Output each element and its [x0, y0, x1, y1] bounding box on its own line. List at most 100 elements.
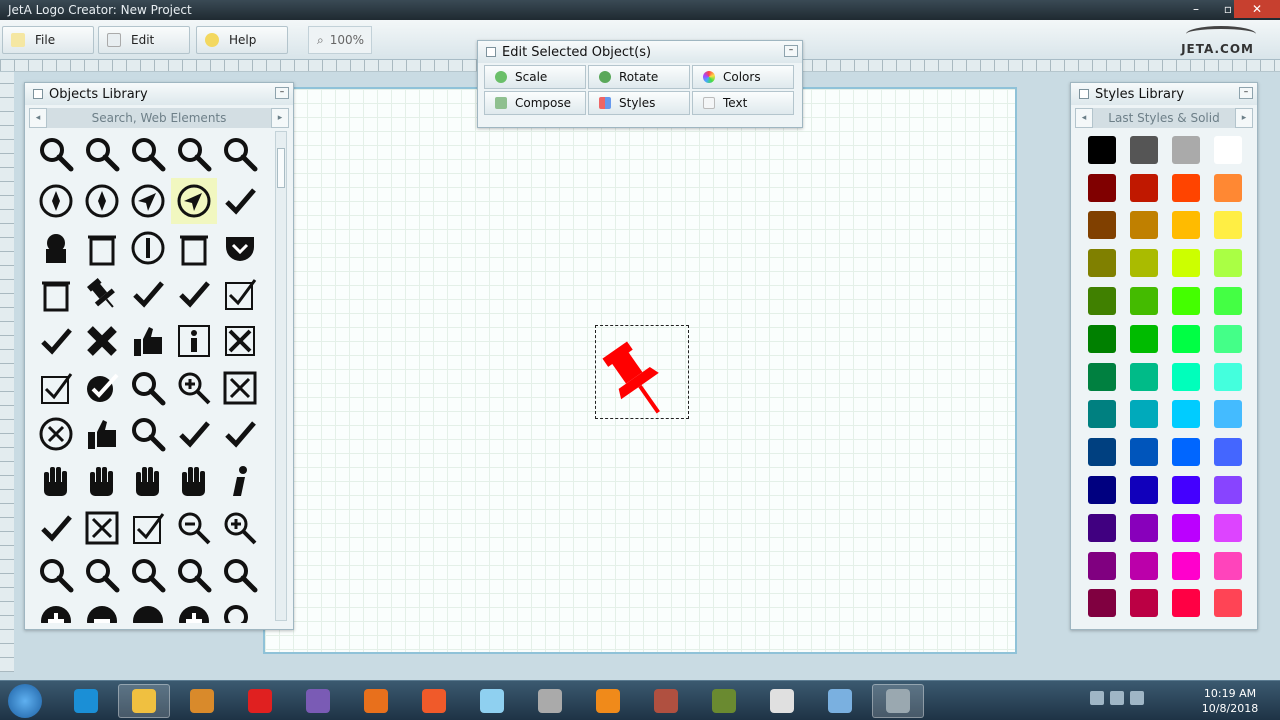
color-swatch[interactable]	[1214, 476, 1242, 505]
cupcake-icon[interactable]	[33, 224, 79, 271]
color-swatch[interactable]	[1130, 551, 1158, 580]
color-swatch[interactable]	[1130, 362, 1158, 391]
zoom-in-icon[interactable]	[171, 364, 217, 411]
search-icon[interactable]	[33, 551, 79, 598]
inkscape-icon[interactable]	[756, 684, 808, 718]
thumbs-up-icon[interactable]	[125, 318, 171, 365]
color-swatch[interactable]	[1214, 513, 1242, 542]
color-swatch[interactable]	[1088, 513, 1116, 542]
internet-explorer-icon[interactable]	[60, 684, 112, 718]
mw-icon[interactable]	[698, 684, 750, 718]
color-swatch[interactable]	[1214, 438, 1242, 467]
search-icon[interactable]	[217, 598, 263, 623]
color-swatch[interactable]	[1172, 173, 1200, 202]
color-swatch[interactable]	[1130, 173, 1158, 202]
calculator-icon[interactable]	[814, 684, 866, 718]
app-icon[interactable]	[408, 684, 460, 718]
info-icon[interactable]	[171, 318, 217, 365]
search-icon[interactable]	[125, 131, 171, 178]
checkmark-icon[interactable]	[217, 411, 263, 458]
color-swatch[interactable]	[1172, 438, 1200, 467]
color-swatch[interactable]	[1130, 400, 1158, 429]
color-swatch[interactable]	[1214, 287, 1242, 316]
navigation-icon[interactable]	[171, 177, 217, 225]
objects-scroll-thumb[interactable]	[277, 148, 285, 188]
checkbox-checked-icon[interactable]	[33, 364, 79, 411]
zoom-in-icon[interactable]	[217, 505, 263, 552]
edit-menu-button[interactable]: Edit	[98, 26, 190, 54]
record-icon[interactable]	[125, 598, 171, 623]
file-explorer-icon[interactable]	[118, 684, 170, 718]
zoom-out-icon[interactable]	[171, 505, 217, 552]
color-swatch[interactable]	[1088, 173, 1116, 202]
styles-category-field[interactable]: Last Styles & Solid	[1093, 108, 1235, 128]
objects-prev-button[interactable]: ◂	[29, 108, 47, 128]
info-italic-icon[interactable]	[217, 458, 263, 505]
search-icon[interactable]	[217, 551, 263, 598]
color-swatch[interactable]	[1088, 438, 1116, 467]
app-icon[interactable]	[640, 684, 692, 718]
hand-icon[interactable]	[33, 458, 79, 505]
color-swatch[interactable]	[1214, 249, 1242, 278]
checkmark-icon[interactable]	[217, 178, 263, 225]
start-button[interactable]	[8, 684, 42, 718]
search-icon[interactable]	[125, 364, 171, 411]
objects-category-field[interactable]: Search, Web Elements	[47, 108, 271, 128]
pocket-icon[interactable]	[217, 224, 263, 271]
selected-object[interactable]	[595, 325, 689, 419]
color-swatch[interactable]	[1088, 324, 1116, 353]
info-circle-icon[interactable]	[125, 224, 171, 271]
color-swatch[interactable]	[1130, 476, 1158, 505]
checkmark-icon[interactable]	[171, 271, 217, 318]
checkmark-icon[interactable]	[125, 271, 171, 318]
color-swatch[interactable]	[1172, 211, 1200, 240]
color-swatch[interactable]	[1130, 135, 1158, 164]
checkmark-icon[interactable]	[171, 411, 217, 458]
color-swatch[interactable]	[1172, 287, 1200, 316]
blender-icon[interactable]	[582, 684, 634, 718]
plus-circle-icon[interactable]	[171, 598, 217, 623]
trash-icon[interactable]	[33, 271, 79, 318]
color-swatch[interactable]	[1172, 513, 1200, 542]
minimize-button[interactable]: –	[1180, 0, 1212, 18]
visual-studio-icon[interactable]	[292, 684, 344, 718]
volume-icon[interactable]	[1110, 691, 1124, 705]
zoom-control[interactable]: ⌕ 100%	[308, 26, 372, 54]
color-swatch[interactable]	[1130, 287, 1158, 316]
color-swatch[interactable]	[1172, 249, 1200, 278]
styles-prev-button[interactable]: ◂	[1075, 108, 1093, 128]
objects-scrollbar[interactable]	[275, 131, 287, 621]
color-swatch[interactable]	[1130, 513, 1158, 542]
close-button[interactable]: ✕	[1234, 0, 1280, 18]
color-swatch[interactable]	[1088, 551, 1116, 580]
checkbox-x-icon[interactable]	[217, 318, 263, 365]
close-box-icon[interactable]	[217, 364, 263, 411]
color-swatch[interactable]	[1130, 589, 1158, 618]
trash-icon[interactable]	[79, 224, 125, 271]
firefox-icon[interactable]	[350, 684, 402, 718]
color-swatch[interactable]	[1088, 476, 1116, 505]
objects-panel-minimize-button[interactable]: –	[275, 87, 289, 99]
close-x-icon[interactable]	[79, 318, 125, 365]
color-swatch[interactable]	[1172, 362, 1200, 391]
color-swatch[interactable]	[1130, 324, 1158, 353]
color-swatch[interactable]	[1172, 400, 1200, 429]
checkmark-icon[interactable]	[33, 318, 79, 365]
text-button[interactable]: Text	[692, 91, 794, 115]
network-icon[interactable]	[1090, 691, 1104, 705]
app-icon[interactable]	[466, 684, 518, 718]
search-icon[interactable]	[33, 131, 79, 178]
minus-circle-icon[interactable]	[79, 598, 125, 623]
color-swatch[interactable]	[1214, 211, 1242, 240]
design-canvas[interactable]	[263, 87, 1017, 654]
color-swatch[interactable]	[1214, 589, 1242, 618]
color-swatch[interactable]	[1172, 551, 1200, 580]
color-swatch[interactable]	[1088, 287, 1116, 316]
compass-icon[interactable]	[33, 178, 79, 225]
search-icon[interactable]	[125, 411, 171, 458]
search-icon[interactable]	[125, 551, 171, 598]
color-swatch[interactable]	[1088, 400, 1116, 429]
color-swatch[interactable]	[1214, 400, 1242, 429]
objects-next-button[interactable]: ▸	[271, 108, 289, 128]
search-icon[interactable]	[171, 551, 217, 598]
